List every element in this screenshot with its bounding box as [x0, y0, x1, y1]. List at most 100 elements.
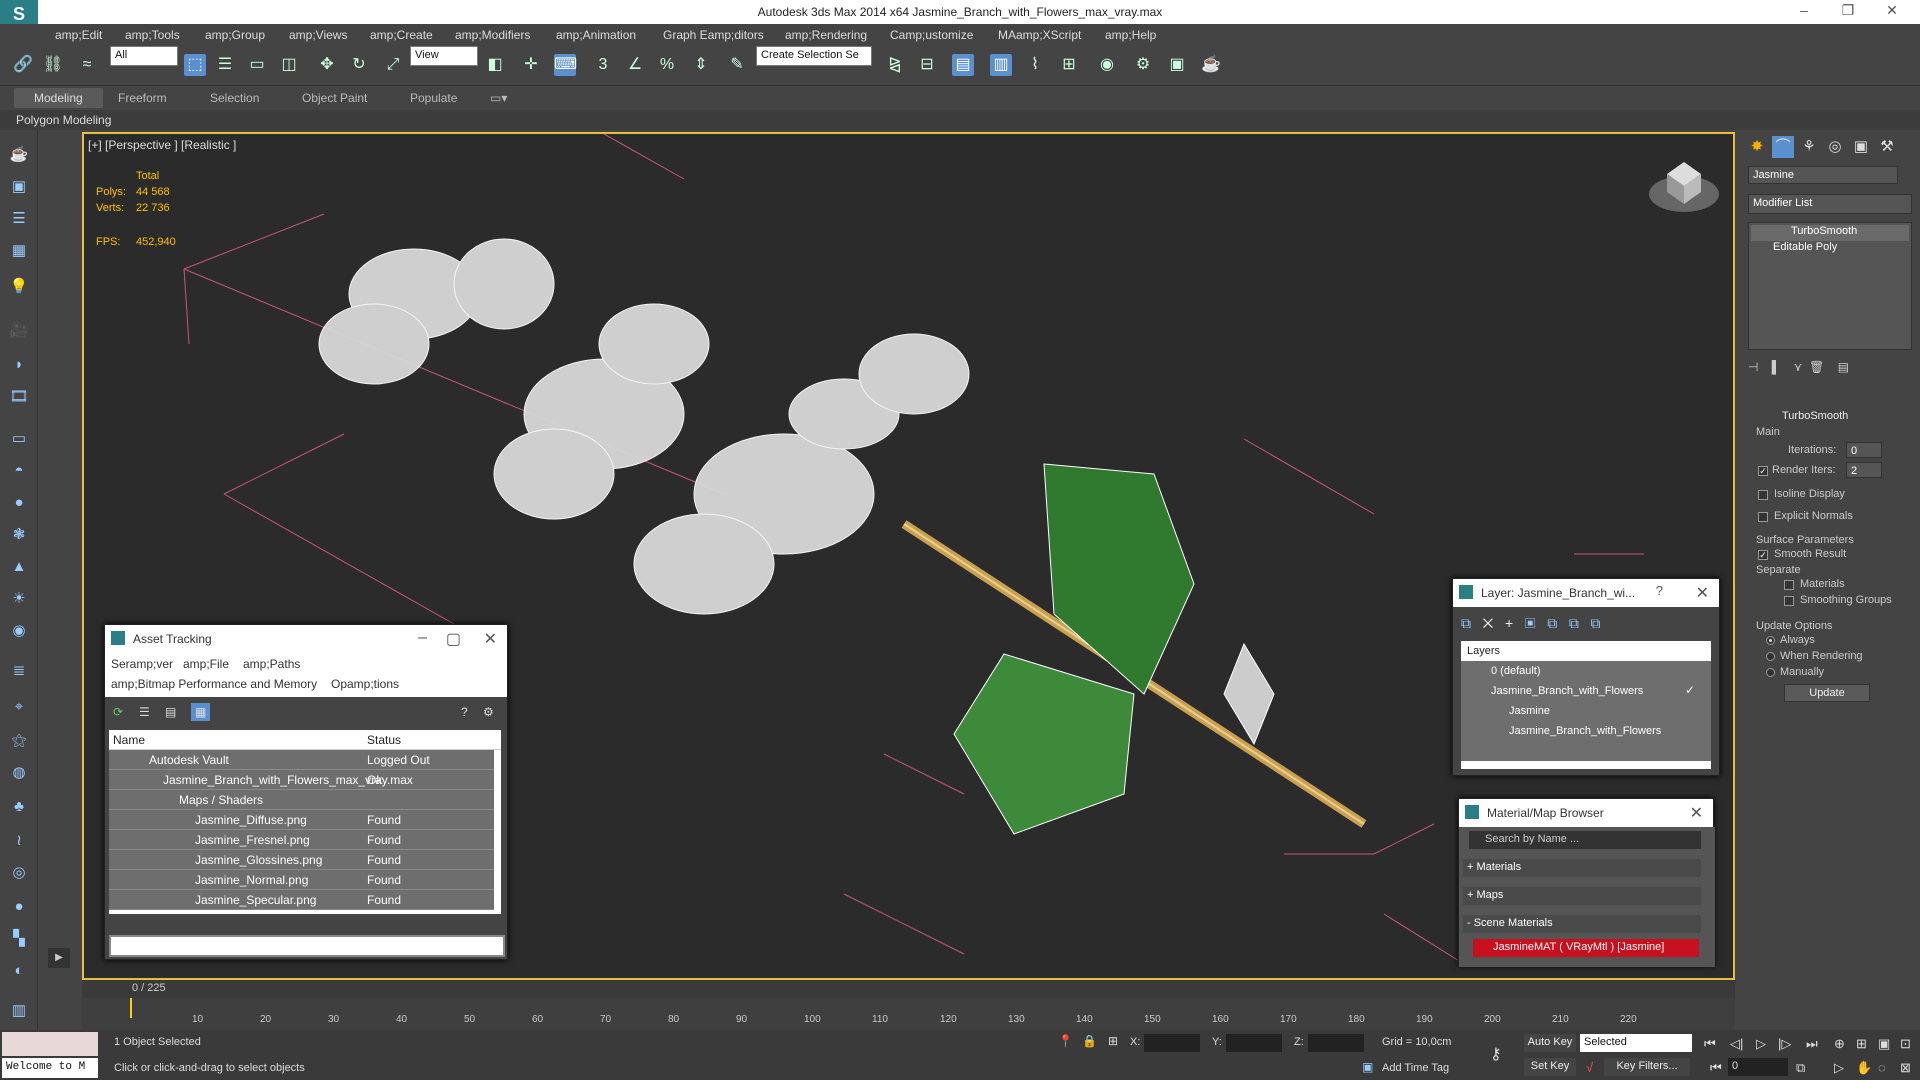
cone-icon[interactable]: ▲ — [8, 556, 30, 578]
auto-key-button[interactable]: Auto Key — [1524, 1034, 1576, 1052]
rect-selection-icon[interactable]: ▭ — [246, 54, 268, 76]
maximize-icon[interactable]: ▢ — [446, 629, 461, 649]
menu-edit[interactable]: amp;Edit — [55, 28, 102, 42]
close-icon[interactable]: ✕ — [1696, 583, 1709, 603]
unlink-icon[interactable]: ⛓ — [42, 54, 64, 76]
menu-server[interactable]: Seramp;ver — [111, 657, 173, 671]
window-crossing-icon[interactable]: ◫ — [278, 54, 300, 76]
ribbon-options-icon[interactable]: ▭▾ — [490, 91, 507, 105]
layer-object-branch[interactable]: Jasmine_Branch_with_Flowers — [1509, 725, 1661, 737]
percent-snap-icon[interactable]: % — [656, 54, 678, 76]
render-icon[interactable]: ☕ — [1200, 54, 1222, 76]
close-icon[interactable]: ✕ — [484, 629, 497, 649]
make-unique-icon[interactable]: ⋎ — [1794, 360, 1803, 374]
snaps-icon[interactable]: 3 — [592, 54, 614, 76]
refresh-icon[interactable]: ⟳ — [113, 705, 123, 719]
layer-item-jasmine-branch[interactable]: Jasmine_Branch_with_Flowers — [1491, 685, 1643, 697]
configure-sets-icon[interactable]: ▤ — [1838, 360, 1849, 374]
play-icon[interactable]: ▷ — [1756, 1036, 1766, 1052]
table-row[interactable]: Maps / Shaders — [109, 790, 494, 810]
keyboard-shortcut-icon[interactable]: ⌨ — [554, 54, 577, 76]
help-icon[interactable]: ? — [1656, 583, 1663, 598]
menu-rendering[interactable]: amp;Rendering — [785, 28, 867, 42]
menu-customize[interactable]: Camp;ustomize — [890, 28, 973, 42]
material-item-jasmine[interactable]: JasmineMAT ( VRayMtl ) [Jasmine] — [1473, 939, 1699, 957]
scale-icon[interactable]: ⤢ — [382, 54, 404, 76]
fov-icon[interactable]: ▷ — [1834, 1060, 1844, 1076]
next-frame-icon[interactable]: |▷ — [1778, 1036, 1791, 1052]
tab-object-paint[interactable]: Object Paint — [302, 91, 367, 105]
bind-spacewarp-icon[interactable]: ≈ — [76, 54, 98, 76]
film-icon[interactable]: 🎞 — [8, 386, 30, 408]
layer-object-jasmine[interactable]: Jasmine — [1509, 705, 1550, 717]
zoom-extents-icon[interactable]: ▣ — [1878, 1036, 1890, 1052]
modify-tab-icon[interactable]: ⌒ — [1772, 136, 1794, 158]
modifier-stack[interactable]: TurboSmooth Editable Poly — [1748, 222, 1912, 350]
menu-options[interactable]: Opamp;tions — [331, 677, 399, 691]
light-icon[interactable]: 💡 — [8, 276, 30, 298]
select-in-layer-icon[interactable]: ▣ — [1525, 615, 1536, 631]
sun-icon[interactable]: ☀ — [8, 588, 30, 610]
goto-start-icon[interactable]: ⏮ — [1704, 1036, 1716, 1052]
explicit-normals-checkbox[interactable] — [1758, 512, 1768, 522]
selection-filter[interactable]: All — [110, 46, 178, 66]
materials-checkbox[interactable] — [1784, 580, 1794, 590]
shelf-icon[interactable]: ▥ — [8, 1000, 30, 1022]
motion-tab-icon[interactable]: ◎ — [1824, 136, 1846, 158]
settings-icon[interactable]: ⚙ — [483, 705, 494, 719]
time-config-icon[interactable]: ⧉ — [1796, 1060, 1805, 1076]
table-row[interactable]: Jasmine_Normal.png Found — [109, 870, 494, 890]
create-tab-icon[interactable]: ✸ — [1746, 136, 1768, 158]
iterations-spinner[interactable]: 0 — [1846, 442, 1882, 458]
key-filters-button[interactable]: Key Filters... — [1604, 1058, 1690, 1076]
menu-bitmap-performance[interactable]: amp;Bitmap Performance and Memory — [111, 677, 317, 691]
zoom-extents-all-icon[interactable]: ⊡ — [1900, 1036, 1911, 1052]
orbit-icon[interactable]: ◌ — [1878, 1060, 1886, 1075]
name-column-header[interactable]: Name — [113, 733, 145, 747]
render-frame-icon[interactable]: ▣ — [8, 176, 30, 198]
paint-icon[interactable]: ⌖ — [8, 696, 30, 718]
update-button[interactable]: Update — [1784, 684, 1870, 702]
plane-icon[interactable]: ▭ — [8, 428, 30, 450]
zoom-icon[interactable]: ⊕ — [1834, 1036, 1845, 1052]
help-icon[interactable]: ? — [461, 705, 468, 719]
pan-icon[interactable]: ✋ — [1856, 1060, 1872, 1076]
spinner-snap-icon[interactable]: ⇕ — [690, 54, 712, 76]
dome-icon[interactable]: ◓ — [8, 460, 30, 482]
maximize-icon[interactable]: ❐ — [1828, 2, 1868, 19]
hair-icon[interactable]: ≀ — [8, 830, 30, 852]
smooth-result-checkbox[interactable]: ✓ — [1758, 550, 1768, 560]
stack-item-editable-poly[interactable]: Editable Poly — [1751, 241, 1909, 257]
time-tag-icon[interactable]: ▣ — [1362, 1060, 1373, 1074]
current-frame-field[interactable]: 0 — [1728, 1058, 1788, 1076]
maps-group[interactable]: + Maps — [1463, 887, 1701, 905]
material-browser-titlebar[interactable]: Material/Map Browser ✕ — [1459, 799, 1713, 827]
pivot-icon[interactable]: ◧ — [484, 54, 506, 76]
stairs-icon[interactable]: ≣ — [8, 660, 30, 682]
torus-icon[interactable]: ◉ — [8, 620, 30, 642]
ref-coord-system[interactable]: View — [410, 46, 478, 66]
isoline-checkbox[interactable] — [1758, 490, 1768, 500]
table-row[interactable]: Jasmine_Fresnel.png Found — [109, 830, 494, 850]
mirror-icon[interactable]: ⧎ — [884, 54, 906, 76]
edit-named-selection-icon[interactable]: ✎ — [726, 54, 748, 76]
menu-views[interactable]: amp;Views — [289, 28, 347, 42]
tab-freeform[interactable]: Freeform — [118, 91, 167, 105]
show-end-result-icon[interactable]: ▌ — [1772, 360, 1781, 374]
manipulate-icon[interactable]: ✛ — [520, 54, 542, 76]
menu-paths[interactable]: amp;Paths — [243, 657, 300, 671]
remove-modifier-icon[interactable]: 🗑 — [1809, 360, 1824, 374]
close-icon[interactable]: ✕ — [1690, 803, 1703, 823]
isolate-icon[interactable]: 📍 — [1058, 1034, 1073, 1048]
expand-arrow-icon[interactable]: ▶ — [48, 948, 70, 968]
zoom-all-icon[interactable]: ⊞ — [1856, 1036, 1867, 1052]
menu-maxscript[interactable]: MAamp;XScript — [998, 28, 1081, 42]
render-setup-icon[interactable]: ⚙ — [1132, 54, 1154, 76]
grid-view-icon[interactable]: ▦ — [191, 703, 211, 721]
status-column-header[interactable]: Status — [367, 733, 401, 747]
material-editor-icon[interactable]: ◉ — [1096, 54, 1118, 76]
menu-animation[interactable]: amp;Animation — [556, 28, 636, 42]
rollout-title[interactable]: TurboSmooth — [1782, 410, 1848, 422]
utilities-tab-icon[interactable]: ⚒ — [1876, 136, 1898, 158]
manually-radio[interactable] — [1766, 668, 1775, 677]
